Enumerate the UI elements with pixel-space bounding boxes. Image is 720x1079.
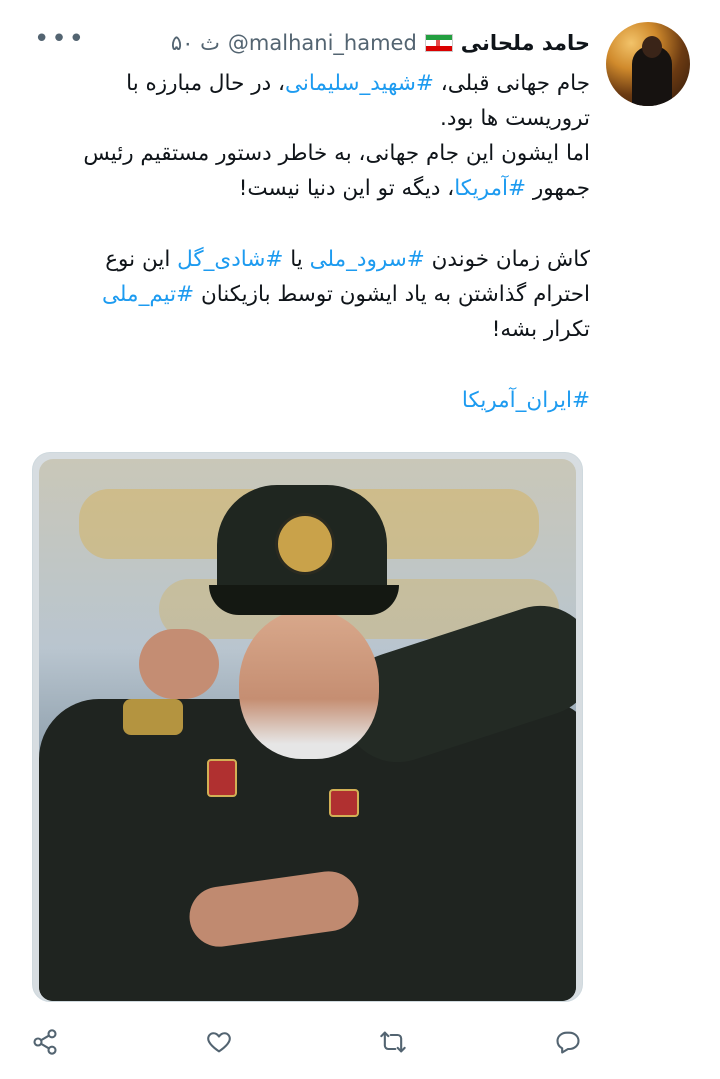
tweet-time[interactable]: ۵۰ ث — [171, 31, 220, 55]
tweet[interactable]: حامد ملحانی @malhani_hamed ۵۰ ث ••• جام … — [0, 0, 720, 1079]
hashtag-link[interactable]: #ایران_آمریکا — [462, 388, 590, 413]
iran-flag-icon — [424, 34, 453, 52]
text-span: تکرار بشه! — [491, 317, 590, 342]
text-span: کاش زمان خوندن — [424, 247, 590, 272]
tweet-actions — [0, 1020, 720, 1064]
retweet-icon[interactable] — [377, 1026, 409, 1058]
tweet-header: حامد ملحانی @malhani_hamed ۵۰ ث — [171, 28, 590, 58]
author-name[interactable]: حامد ملحانی — [461, 31, 590, 55]
share-icon[interactable] — [29, 1026, 61, 1058]
avatar[interactable] — [606, 22, 690, 106]
reply-icon[interactable] — [552, 1026, 584, 1058]
like-icon[interactable] — [203, 1026, 235, 1058]
hashtag-link[interactable]: #آمریکا — [454, 176, 526, 201]
hashtag-link[interactable]: #شادی_گل — [177, 247, 283, 272]
tweet-media[interactable] — [32, 452, 583, 1002]
avatar-head — [642, 36, 662, 58]
paragraph-3: کاش زمان خوندن #سرود_ملی یا #شادی_گل این… — [50, 242, 590, 347]
text-span: ، دیگه تو این دنیا نیست! — [238, 176, 455, 201]
text-span: یا — [283, 247, 310, 272]
hashtag-link[interactable]: #شهید_سلیمانی — [285, 71, 434, 96]
tweet-text: جام جهانی قبلی، #شهید_سلیمانی، در حال مب… — [50, 66, 590, 418]
paragraph-1: جام جهانی قبلی، #شهید_سلیمانی، در حال مب… — [50, 66, 590, 136]
text-span: جام جهانی قبلی، — [433, 71, 590, 96]
more-options-icon[interactable]: ••• — [34, 26, 86, 52]
hashtag-link[interactable]: #تیم_ملی — [102, 282, 194, 307]
tweet-photo[interactable] — [39, 459, 576, 1001]
author-handle[interactable]: @malhani_hamed — [228, 31, 417, 55]
paragraph-2: اما ایشون این جام جهانی، به خاطر دستور م… — [50, 136, 590, 206]
paragraph-4: #ایران_آمریکا — [50, 383, 590, 418]
hashtag-link[interactable]: #سرود_ملی — [310, 247, 425, 272]
